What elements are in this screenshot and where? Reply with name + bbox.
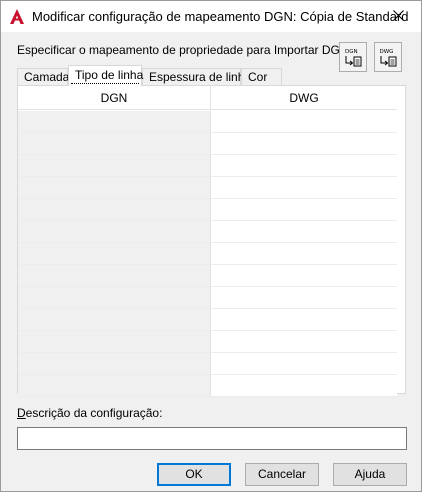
dwg-cell[interactable]	[211, 177, 397, 199]
tab-strip: Camada Tipo de linha Espessura de linha …	[17, 65, 407, 86]
tab-camada[interactable]: Camada	[17, 68, 70, 86]
table-row[interactable]	[18, 111, 405, 133]
mapping-grid[interactable]: DGN DWG	[17, 85, 406, 397]
dgn-cell[interactable]	[18, 221, 211, 243]
instruction-text: Especificar o mapeamento de propriedade …	[17, 43, 349, 57]
dgn-cell[interactable]	[18, 287, 211, 309]
column-header-dwg[interactable]: DWG	[211, 86, 397, 110]
description-input[interactable]	[17, 427, 407, 450]
dgn-cell[interactable]	[18, 309, 211, 331]
dwg-cell[interactable]	[211, 331, 397, 353]
dgn-cell[interactable]	[18, 353, 211, 375]
cancel-button[interactable]: Cancelar	[245, 463, 319, 486]
dwg-cell[interactable]	[211, 309, 397, 331]
dwg-cell[interactable]	[211, 155, 397, 177]
dgn-cell[interactable]	[18, 155, 211, 177]
grid-right-gutter	[397, 86, 405, 393]
table-row[interactable]	[18, 375, 405, 397]
dwg-to-dgn-icon: DWG	[380, 49, 397, 67]
table-row[interactable]	[18, 155, 405, 177]
dwg-cell[interactable]	[211, 353, 397, 375]
table-row[interactable]	[18, 331, 405, 353]
map-dgn-label: DGN	[345, 49, 358, 55]
table-row[interactable]	[18, 133, 405, 155]
table-row[interactable]	[18, 265, 405, 287]
tab-cor-label: Cor	[248, 70, 268, 84]
dwg-cell[interactable]	[211, 265, 397, 287]
dwg-cell[interactable]	[211, 133, 397, 155]
table-row[interactable]	[18, 243, 405, 265]
dwg-cell[interactable]	[211, 375, 397, 397]
map-dwg-label: DWG	[380, 49, 394, 55]
window-title: Modificar configuração de mapeamento DGN…	[32, 9, 409, 24]
description-label: Descrição da configuração:	[17, 406, 162, 420]
title-bar[interactable]: Modificar configuração de mapeamento DGN…	[1, 1, 421, 32]
dgn-cell[interactable]	[18, 199, 211, 221]
autocad-logo-icon	[9, 8, 25, 25]
focus-rectangle	[71, 83, 139, 84]
dwg-cell[interactable]	[211, 221, 397, 243]
description-label-text: Descrição da configuração:	[17, 406, 163, 420]
dgn-cell[interactable]	[18, 375, 211, 397]
table-row[interactable]	[18, 353, 405, 375]
tab-tipo-de-linha[interactable]: Tipo de linha	[68, 65, 144, 86]
table-row[interactable]	[18, 177, 405, 199]
dwg-cell[interactable]	[211, 111, 397, 133]
table-row[interactable]	[18, 309, 405, 331]
dwg-cell[interactable]	[211, 199, 397, 221]
dgn-cell[interactable]	[18, 111, 211, 133]
table-row[interactable]	[18, 287, 405, 309]
help-button[interactable]: Ajuda	[333, 463, 407, 486]
grid-body	[18, 111, 405, 397]
dgn-cell[interactable]	[18, 133, 211, 155]
table-row[interactable]	[18, 199, 405, 221]
grid-header: DGN DWG	[18, 86, 405, 110]
ok-button[interactable]: OK	[157, 463, 231, 486]
dwg-cell[interactable]	[211, 243, 397, 265]
dialog-window: Modificar configuração de mapeamento DGN…	[0, 0, 422, 492]
close-icon	[392, 9, 404, 24]
tab-camada-label: Camada	[24, 70, 70, 84]
tab-tipo-de-linha-label: Tipo de linha	[75, 68, 144, 82]
dgn-cell[interactable]	[18, 243, 211, 265]
dwg-cell[interactable]	[211, 287, 397, 309]
dgn-to-dwg-icon: DGN	[345, 49, 362, 67]
tab-espessura-de-linha[interactable]: Espessura de linha	[142, 68, 251, 86]
tab-cor[interactable]: Cor	[241, 68, 282, 86]
dgn-cell[interactable]	[18, 331, 211, 353]
close-button[interactable]	[375, 1, 421, 32]
table-row[interactable]	[18, 221, 405, 243]
dgn-cell[interactable]	[18, 265, 211, 287]
tab-espessura-label: Espessura de linha	[149, 70, 252, 84]
dgn-cell[interactable]	[18, 177, 211, 199]
column-header-dgn[interactable]: DGN	[18, 86, 211, 110]
